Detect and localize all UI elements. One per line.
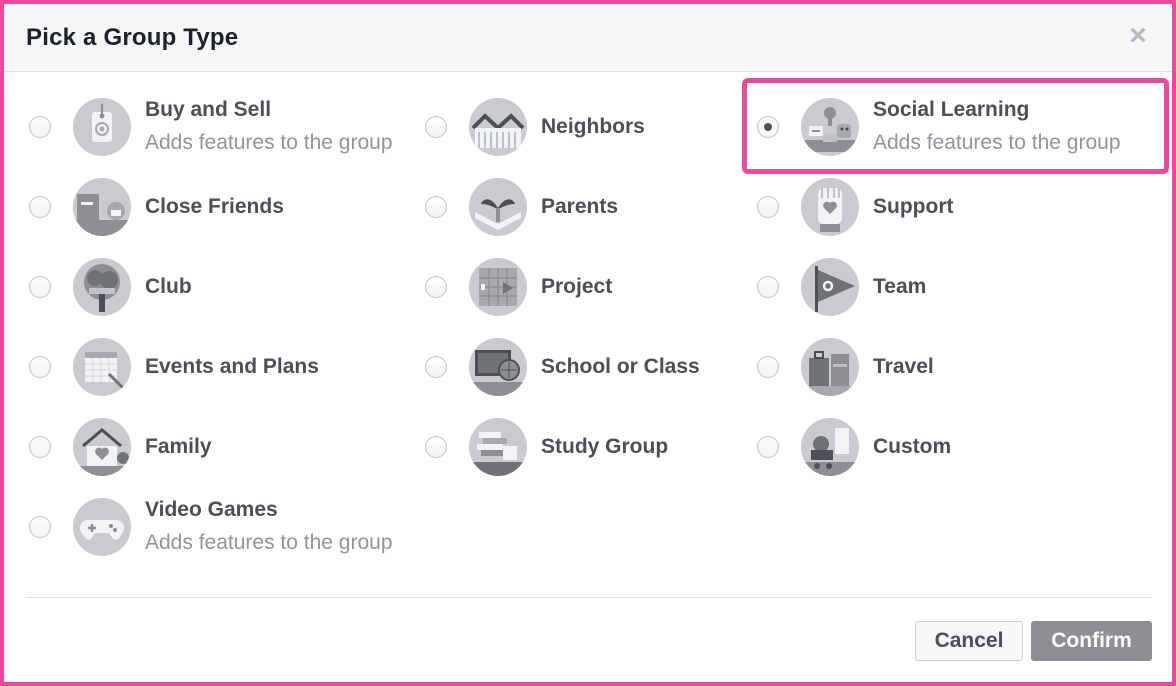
radio-button[interactable] (29, 516, 51, 538)
radio-button[interactable] (425, 276, 447, 298)
friends-icon (73, 178, 131, 236)
radio-button[interactable] (29, 116, 51, 138)
gamepad-icon (73, 498, 131, 556)
dialog-title: Pick a Group Type (26, 24, 239, 51)
option-label: Parents (541, 195, 619, 218)
option-custom[interactable]: Custom (757, 414, 1057, 480)
tag-icon (73, 98, 131, 156)
radio-button[interactable] (29, 356, 51, 378)
close-icon[interactable]: × (1124, 21, 1152, 51)
option-buy-and-sell[interactable]: Buy and Sell Adds features to the group (29, 94, 429, 160)
option-study-group[interactable]: Study Group (425, 414, 725, 480)
option-label: Project (541, 275, 613, 298)
pennant-flag-icon (801, 258, 859, 316)
suitcase-icon (801, 338, 859, 396)
option-label: Close Friends (145, 195, 284, 218)
option-label: Custom (873, 435, 952, 458)
custom-scene-icon (801, 418, 859, 476)
radio-button[interactable] (425, 436, 447, 458)
radio-button[interactable] (425, 196, 447, 218)
option-label: Support (873, 195, 954, 218)
option-label: Buy and Sell (145, 98, 272, 121)
cancel-button[interactable]: Cancel (915, 621, 1023, 661)
tree-icon (73, 258, 131, 316)
option-label: School or Class (541, 355, 700, 378)
option-neighbors[interactable]: Neighbors (425, 94, 725, 160)
footer-divider (26, 597, 1152, 598)
houses-icon (469, 98, 527, 156)
radio-button[interactable] (29, 196, 51, 218)
house-heart-icon (73, 418, 131, 476)
option-project[interactable]: Project (425, 254, 725, 320)
lightbulb-classroom-icon (801, 98, 859, 156)
hand-heart-icon (801, 178, 859, 236)
option-support[interactable]: Support (757, 174, 1057, 240)
radio-button-selected[interactable] (757, 116, 779, 138)
grid-board-icon (469, 258, 527, 316)
option-close-friends[interactable]: Close Friends (29, 174, 369, 240)
option-description: Adds features to the group (145, 131, 393, 154)
option-description: Adds features to the group (873, 131, 1121, 154)
option-description: Adds features to the group (145, 531, 393, 554)
option-team[interactable]: Team (757, 254, 1057, 320)
option-family[interactable]: Family (29, 414, 329, 480)
confirm-button[interactable]: Confirm (1031, 621, 1152, 661)
option-label: Neighbors (541, 115, 645, 138)
radio-button[interactable] (757, 276, 779, 298)
radio-button[interactable] (757, 436, 779, 458)
hands-plant-icon (469, 178, 527, 236)
radio-button[interactable] (757, 196, 779, 218)
option-label: Club (145, 275, 192, 298)
option-school-or-class[interactable]: School or Class (425, 334, 745, 400)
option-club[interactable]: Club (29, 254, 329, 320)
option-travel[interactable]: Travel (757, 334, 1057, 400)
radio-button[interactable] (29, 436, 51, 458)
option-label: Video Games (145, 498, 278, 521)
radio-button[interactable] (425, 116, 447, 138)
option-label: Events and Plans (145, 355, 319, 378)
option-video-games[interactable]: Video Games Adds features to the group (29, 494, 429, 560)
option-events-and-plans[interactable]: Events and Plans (29, 334, 369, 400)
dialog-header: Pick a Group Type × (4, 4, 1172, 72)
option-label: Travel (873, 355, 934, 378)
chalkboard-globe-icon (469, 338, 527, 396)
option-label: Team (873, 275, 927, 298)
option-social-learning[interactable]: Social Learning Adds features to the gro… (757, 94, 1157, 160)
books-icon (469, 418, 527, 476)
option-label: Family (145, 435, 212, 458)
radio-button[interactable] (757, 356, 779, 378)
radio-button[interactable] (425, 356, 447, 378)
option-parents[interactable]: Parents (425, 174, 725, 240)
radio-button[interactable] (29, 276, 51, 298)
option-label: Study Group (541, 435, 669, 458)
calendar-icon (73, 338, 131, 396)
option-label: Social Learning (873, 98, 1030, 121)
